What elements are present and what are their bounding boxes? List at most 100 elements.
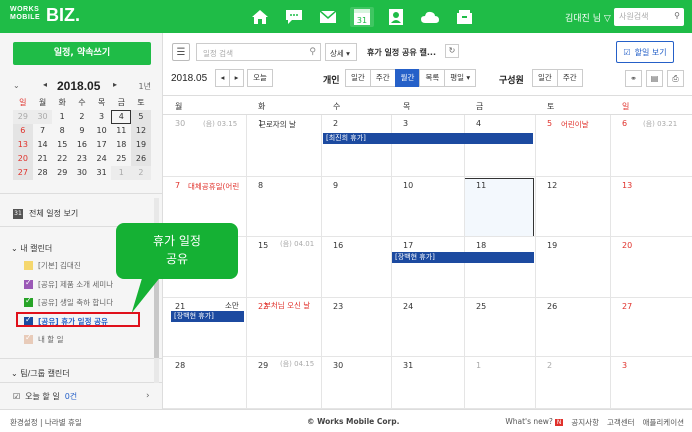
- event-bar[interactable]: [장백현 휴가]: [171, 311, 244, 322]
- day-number[interactable]: 16: [333, 241, 343, 250]
- day-number[interactable]: 5: [547, 119, 552, 128]
- cloud-icon[interactable]: [418, 7, 442, 27]
- view-button[interactable]: 목록: [419, 69, 446, 87]
- view-button[interactable]: 일간: [345, 69, 371, 87]
- day-number[interactable]: 6: [622, 119, 627, 128]
- search-icon[interactable]: ⚲: [309, 47, 316, 57]
- next-month-button[interactable]: ▸: [229, 69, 244, 87]
- day-number[interactable]: 4: [476, 119, 481, 128]
- mini-day[interactable]: 17: [92, 138, 112, 152]
- day-number[interactable]: 7: [175, 181, 180, 190]
- day-number[interactable]: 30: [333, 361, 343, 370]
- customer-center-link[interactable]: 고객센터: [607, 417, 635, 428]
- new-event-button[interactable]: 일정, 약속쓰기: [13, 42, 151, 65]
- share-icon[interactable]: ⚭: [625, 70, 642, 87]
- calendar-checkbox[interactable]: [24, 278, 33, 289]
- mini-day[interactable]: 22: [52, 152, 72, 166]
- calendar-item[interactable]: [공유] 생일 축하 합니다: [24, 296, 113, 308]
- detail-search-dropdown[interactable]: 상세 ▾: [325, 43, 357, 61]
- mini-day[interactable]: 25: [111, 152, 131, 166]
- calendar-checkbox[interactable]: [24, 333, 33, 344]
- mini-next-month-icon[interactable]: ▸: [113, 80, 117, 89]
- mini-day[interactable]: 10: [92, 124, 112, 138]
- user-menu[interactable]: 김대진 님 ▽: [565, 11, 611, 24]
- notice-link[interactable]: 공지사항: [571, 417, 599, 428]
- menu-button[interactable]: ☰: [172, 43, 190, 61]
- mini-day[interactable]: 8: [52, 124, 72, 138]
- chevron-right-icon[interactable]: ›: [146, 391, 150, 401]
- home-icon[interactable]: [248, 7, 272, 27]
- mini-day[interactable]: 1: [52, 110, 72, 124]
- mini-day[interactable]: 20: [13, 152, 33, 166]
- collapse-chevron-icon[interactable]: ⌄: [13, 81, 20, 90]
- day-number[interactable]: 9: [333, 181, 338, 190]
- calendar-checkbox[interactable]: [24, 261, 33, 270]
- day-number[interactable]: 10: [403, 181, 413, 190]
- mini-day[interactable]: 13: [13, 138, 33, 152]
- employee-search-input[interactable]: 사원검색 ⚲: [614, 8, 684, 26]
- mini-day[interactable]: 5: [131, 110, 151, 124]
- mini-day[interactable]: 31: [92, 166, 112, 180]
- chat-icon[interactable]: [282, 7, 306, 27]
- view-button[interactable]: 월간: [394, 69, 421, 87]
- view-button[interactable]: 주간: [556, 69, 583, 87]
- calendar-item[interactable]: [공유] 제품 소개 세미나: [24, 278, 113, 290]
- day-number[interactable]: 18: [476, 241, 486, 250]
- day-number[interactable]: 11: [476, 181, 486, 190]
- day-number[interactable]: 25: [476, 302, 486, 311]
- day-number[interactable]: 23: [333, 302, 343, 311]
- mini-day[interactable]: 16: [72, 138, 92, 152]
- mini-day[interactable]: 27: [13, 166, 33, 180]
- day-number[interactable]: 8: [258, 181, 263, 190]
- mini-day[interactable]: 28: [33, 166, 53, 180]
- print-icon[interactable]: ⎙: [667, 70, 684, 87]
- mini-day[interactable]: 9: [72, 124, 92, 138]
- event-bar[interactable]: [최진희 휴가]: [323, 133, 533, 144]
- mail-icon[interactable]: [316, 7, 340, 27]
- mini-day[interactable]: 26: [131, 152, 151, 166]
- settings-links[interactable]: 환경설정 | 나라별 휴일: [10, 417, 82, 428]
- my-calendar-title[interactable]: ⌄ 내 캘린더: [11, 243, 52, 254]
- event-bar[interactable]: [장백현 휴가]: [392, 252, 534, 263]
- team-calendar-title[interactable]: ⌄ 팀/그룹 캘린더: [11, 368, 70, 379]
- store-icon[interactable]: [452, 7, 476, 27]
- day-number[interactable]: 2: [333, 119, 338, 128]
- mini-day[interactable]: 29: [13, 110, 33, 124]
- mini-day[interactable]: 2: [131, 166, 151, 180]
- day-number[interactable]: 30: [175, 119, 185, 128]
- todo-view-button[interactable]: ☑ 할일 보기: [616, 41, 674, 63]
- day-number[interactable]: 17: [403, 241, 413, 250]
- whats-new-link[interactable]: What's new? N: [505, 417, 564, 428]
- mini-day[interactable]: 12: [131, 124, 151, 138]
- mini-day[interactable]: 21: [33, 152, 53, 166]
- today-todo[interactable]: ☑ 오늘 할 일 0건: [13, 391, 77, 402]
- day-number[interactable]: 29: [258, 361, 268, 370]
- calendar-item[interactable]: 내 할 일: [24, 333, 63, 345]
- day-number[interactable]: 27: [622, 302, 632, 311]
- mini-prev-month-icon[interactable]: ◂: [43, 80, 47, 89]
- mini-day[interactable]: 15: [52, 138, 72, 152]
- today-button[interactable]: 오늘: [247, 69, 273, 87]
- refresh-icon[interactable]: ↻: [445, 44, 459, 58]
- mini-day[interactable]: 4: [111, 110, 132, 124]
- view-button[interactable]: 평일 ▾: [444, 69, 477, 87]
- mini-day[interactable]: 30: [72, 166, 92, 180]
- calendar-checkbox[interactable]: [24, 296, 33, 307]
- mini-day[interactable]: 24: [92, 152, 112, 166]
- mini-day[interactable]: 7: [33, 124, 53, 138]
- mini-day[interactable]: 11: [111, 124, 131, 138]
- mini-day[interactable]: 1: [111, 166, 132, 180]
- view-button[interactable]: 주간: [369, 69, 396, 87]
- day-number[interactable]: 3: [622, 361, 627, 370]
- mini-day[interactable]: 19: [131, 138, 151, 152]
- all-events-view[interactable]: 31 전체 일정 보기: [13, 208, 78, 219]
- calendar-icon[interactable]: 31: [350, 7, 374, 27]
- day-number[interactable]: 19: [547, 241, 557, 250]
- calendar-item[interactable]: [기본] 김대진: [24, 260, 81, 271]
- day-number[interactable]: 24: [403, 302, 413, 311]
- day-number[interactable]: 12: [547, 181, 557, 190]
- day-number[interactable]: 2: [547, 361, 552, 370]
- mini-day[interactable]: 2: [72, 110, 92, 124]
- search-icon[interactable]: ⚲: [674, 11, 680, 20]
- prev-month-button[interactable]: ◂: [215, 69, 230, 87]
